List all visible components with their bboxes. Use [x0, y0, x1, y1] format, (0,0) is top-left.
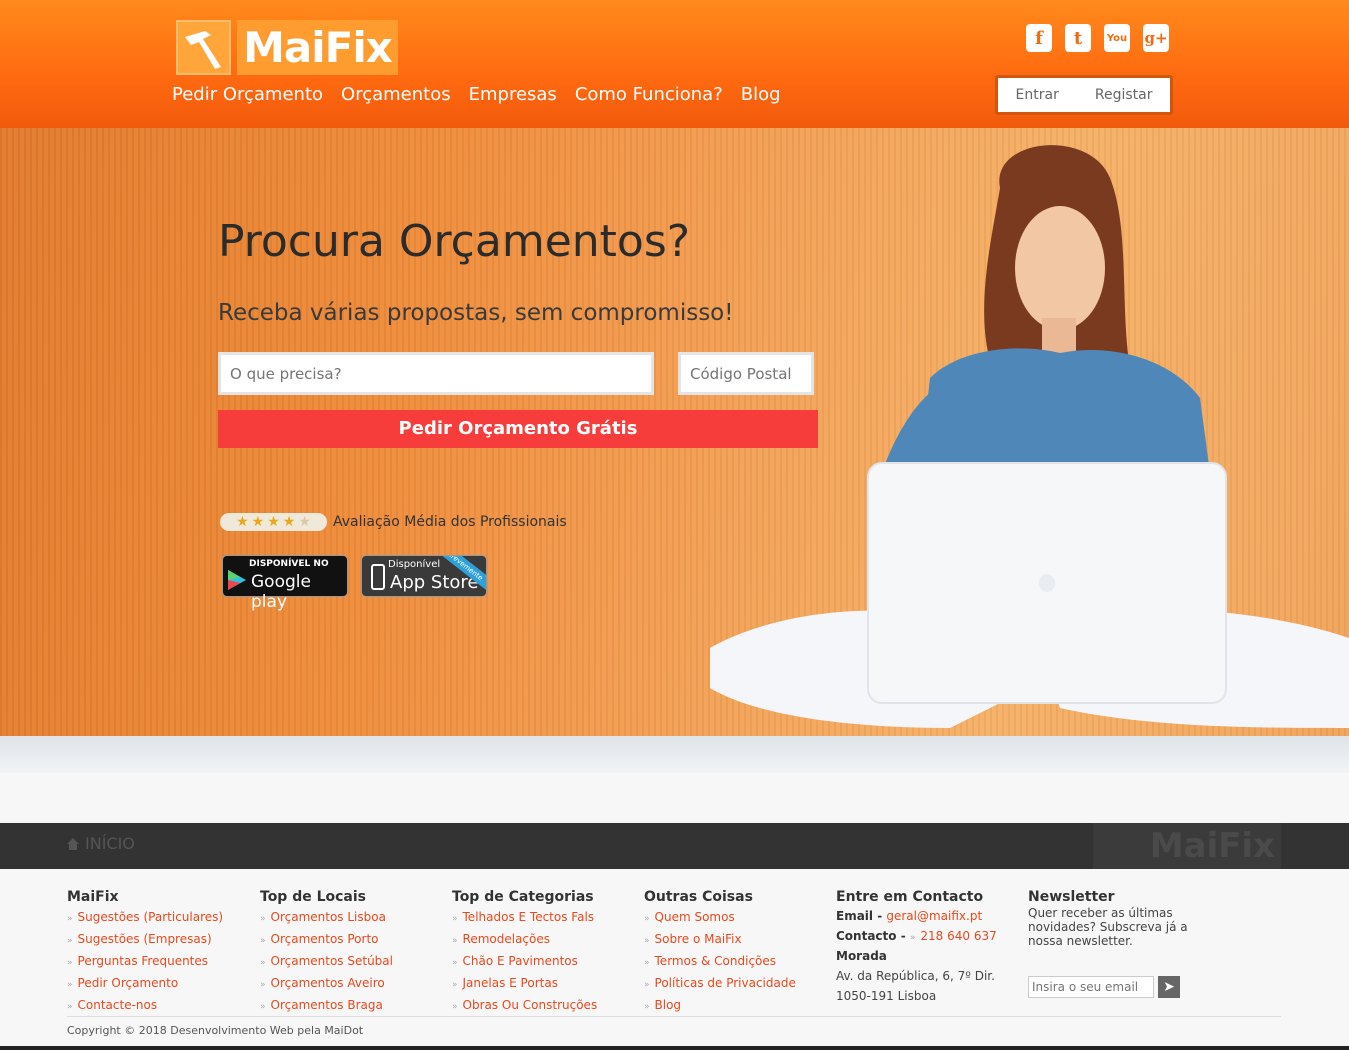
footer-col-outras: Outras Coisas Quem Somos Sobre o MaiFix …: [644, 889, 829, 1016]
bottom-border: [0, 1046, 1349, 1050]
site-header: MaiFix Pedir Orçamento Orçamentos Empres…: [0, 0, 1349, 128]
breadcrumb-home[interactable]: INÍCIO: [67, 834, 135, 853]
breadcrumb-home-label: INÍCIO: [85, 834, 135, 853]
gplay-small-text: DISPONÍVEL NO: [249, 559, 329, 569]
footer-col-locais: Top de Locais Orçamentos Lisboa Orçament…: [260, 889, 445, 1016]
hero-section: Procura Orçamentos? Receba várias propos…: [0, 128, 1349, 773]
address-line: 1050-191 Lisboa: [836, 989, 937, 1003]
login-link[interactable]: Entrar: [998, 87, 1077, 103]
footer-link[interactable]: Termos & Condições: [644, 950, 829, 972]
footer-col-title: MaiFix: [67, 889, 119, 905]
star-icon: ★: [267, 514, 280, 530]
star-icon: ★: [251, 514, 265, 530]
footer-link[interactable]: Orçamentos Porto: [260, 928, 445, 950]
footer-link[interactable]: Sobre o MaiFix: [644, 928, 829, 950]
footer-contact: Entre em Contacto Email - geral@maifix.p…: [836, 889, 1021, 1006]
nav-empresas[interactable]: Empresas: [469, 84, 557, 105]
footer-link[interactable]: Orçamentos Braga: [260, 994, 445, 1016]
address-line: Av. da República, 6, 7º Dir.: [836, 969, 995, 983]
nav-pedir-orcamento[interactable]: Pedir Orçamento: [172, 84, 323, 105]
newsletter-text: Quer receber as últimas novidades? Subsc…: [1028, 906, 1188, 948]
home-icon: [67, 837, 79, 850]
register-link[interactable]: Registar: [1077, 87, 1171, 103]
nav-como-funciona[interactable]: Como Funciona?: [575, 84, 723, 105]
footer-link[interactable]: Pedir Orçamento: [67, 972, 252, 994]
breadcrumb: INÍCIO MaiFix: [0, 823, 1349, 869]
gplay-big-text: Google play: [251, 572, 311, 612]
nav-orcamentos[interactable]: Orçamentos: [341, 84, 451, 105]
what-input[interactable]: [218, 352, 654, 395]
hero-subtitle: Receba várias propostas, sem compromisso…: [218, 300, 734, 326]
copyright: Copyright © 2018 Desenvolvimento Web pel…: [67, 1016, 1281, 1037]
address-label: Morada: [836, 949, 887, 963]
auth-box: Entrar Registar: [995, 75, 1173, 115]
footer-link[interactable]: Orçamentos Aveiro: [260, 972, 445, 994]
footer-link[interactable]: Sugestões (Empresas): [67, 928, 252, 950]
logo-watermark: MaiFix: [1093, 823, 1281, 869]
bullet-icon: »: [909, 933, 916, 943]
youtube-icon[interactable]: You: [1104, 24, 1130, 52]
postal-code-input[interactable]: [678, 352, 814, 395]
play-store-icon: [228, 570, 246, 590]
app-store-badge[interactable]: Disponível App Store Brevemente: [361, 555, 487, 597]
footer-link[interactable]: Orçamentos Lisboa: [260, 906, 445, 928]
pro-rating: ★ ★ ★ ★ ★ Avaliação Média dos Profission…: [220, 513, 567, 531]
rating-label: Avaliação Média dos Profissionais: [333, 514, 567, 530]
footer-link[interactable]: Sugestões (Particulares): [67, 906, 252, 928]
google-play-badge[interactable]: DISPONÍVEL NO Google play: [222, 555, 348, 612]
footer-link[interactable]: Contacte-nos: [67, 994, 252, 1016]
woman-with-laptop-image: [710, 145, 1349, 728]
star-icon: ★: [236, 514, 249, 530]
arrow-right-icon[interactable]: ➤: [1158, 976, 1180, 998]
half-star-icon: ★: [298, 514, 311, 530]
email-label: Email -: [836, 909, 887, 923]
star-rating: ★ ★ ★ ★ ★: [220, 513, 327, 531]
email-link[interactable]: geral@maifix.pt: [886, 909, 982, 923]
footer-col-title: Top de Categorias: [452, 889, 594, 905]
footer-col-title: Outras Coisas: [644, 889, 753, 905]
footer-col-title: Newsletter: [1028, 889, 1115, 905]
footer-link[interactable]: Remodelações: [452, 928, 637, 950]
footer-col-title: Top de Locais: [260, 889, 367, 905]
footer-link[interactable]: Janelas E Portas: [452, 972, 637, 994]
footer-link[interactable]: Obras Ou Construções: [452, 994, 637, 1016]
hero-title: Procura Orçamentos?: [218, 216, 691, 267]
footer-link[interactable]: Orçamentos Setúbal: [260, 950, 445, 972]
appstore-small-text: Disponível: [388, 559, 441, 570]
googleplus-icon[interactable]: g+: [1143, 24, 1169, 52]
logo[interactable]: MaiFix: [176, 20, 398, 75]
footer-col-categorias: Top de Categorias Telhados E Tectos Fals…: [452, 889, 637, 1016]
footer-link[interactable]: Perguntas Frequentes: [67, 950, 252, 972]
newsletter-email-input[interactable]: [1028, 976, 1154, 998]
footer-newsletter: Newsletter Quer receber as últimas novid…: [1028, 889, 1213, 998]
logo-watermark-text: MaiFix: [1149, 826, 1275, 866]
phone-link[interactable]: 218 640 637: [920, 929, 996, 943]
footer-link[interactable]: Telhados E Tectos Fals: [452, 906, 637, 928]
request-quote-button[interactable]: Pedir Orçamento Grátis: [218, 410, 818, 448]
site-footer: MaiFix Sugestões (Particulares) Sugestõe…: [0, 869, 1349, 1050]
footer-link[interactable]: Quem Somos: [644, 906, 829, 928]
main-nav: Pedir Orçamento Orçamentos Empresas Como…: [172, 84, 799, 105]
footer-link[interactable]: Blog: [644, 994, 829, 1016]
phone-label: Contacto -: [836, 929, 910, 943]
footer-col-title: Entre em Contacto: [836, 889, 984, 905]
social-links: f t You g+: [1026, 24, 1169, 52]
appstore-big-text: App Store: [390, 572, 479, 593]
nav-blog[interactable]: Blog: [741, 84, 781, 105]
facebook-icon[interactable]: f: [1026, 24, 1052, 52]
footer-link[interactable]: Políticas de Privacidade: [644, 972, 829, 994]
phone-icon: [371, 564, 385, 590]
twitter-icon[interactable]: t: [1065, 24, 1091, 52]
hammer-icon: [176, 20, 231, 75]
footer-link[interactable]: Chão E Pavimentos: [452, 950, 637, 972]
logo-text: MaiFix: [237, 20, 398, 75]
footer-col-maifix: MaiFix Sugestões (Particulares) Sugestõe…: [67, 889, 252, 1016]
star-icon: ★: [282, 514, 296, 530]
